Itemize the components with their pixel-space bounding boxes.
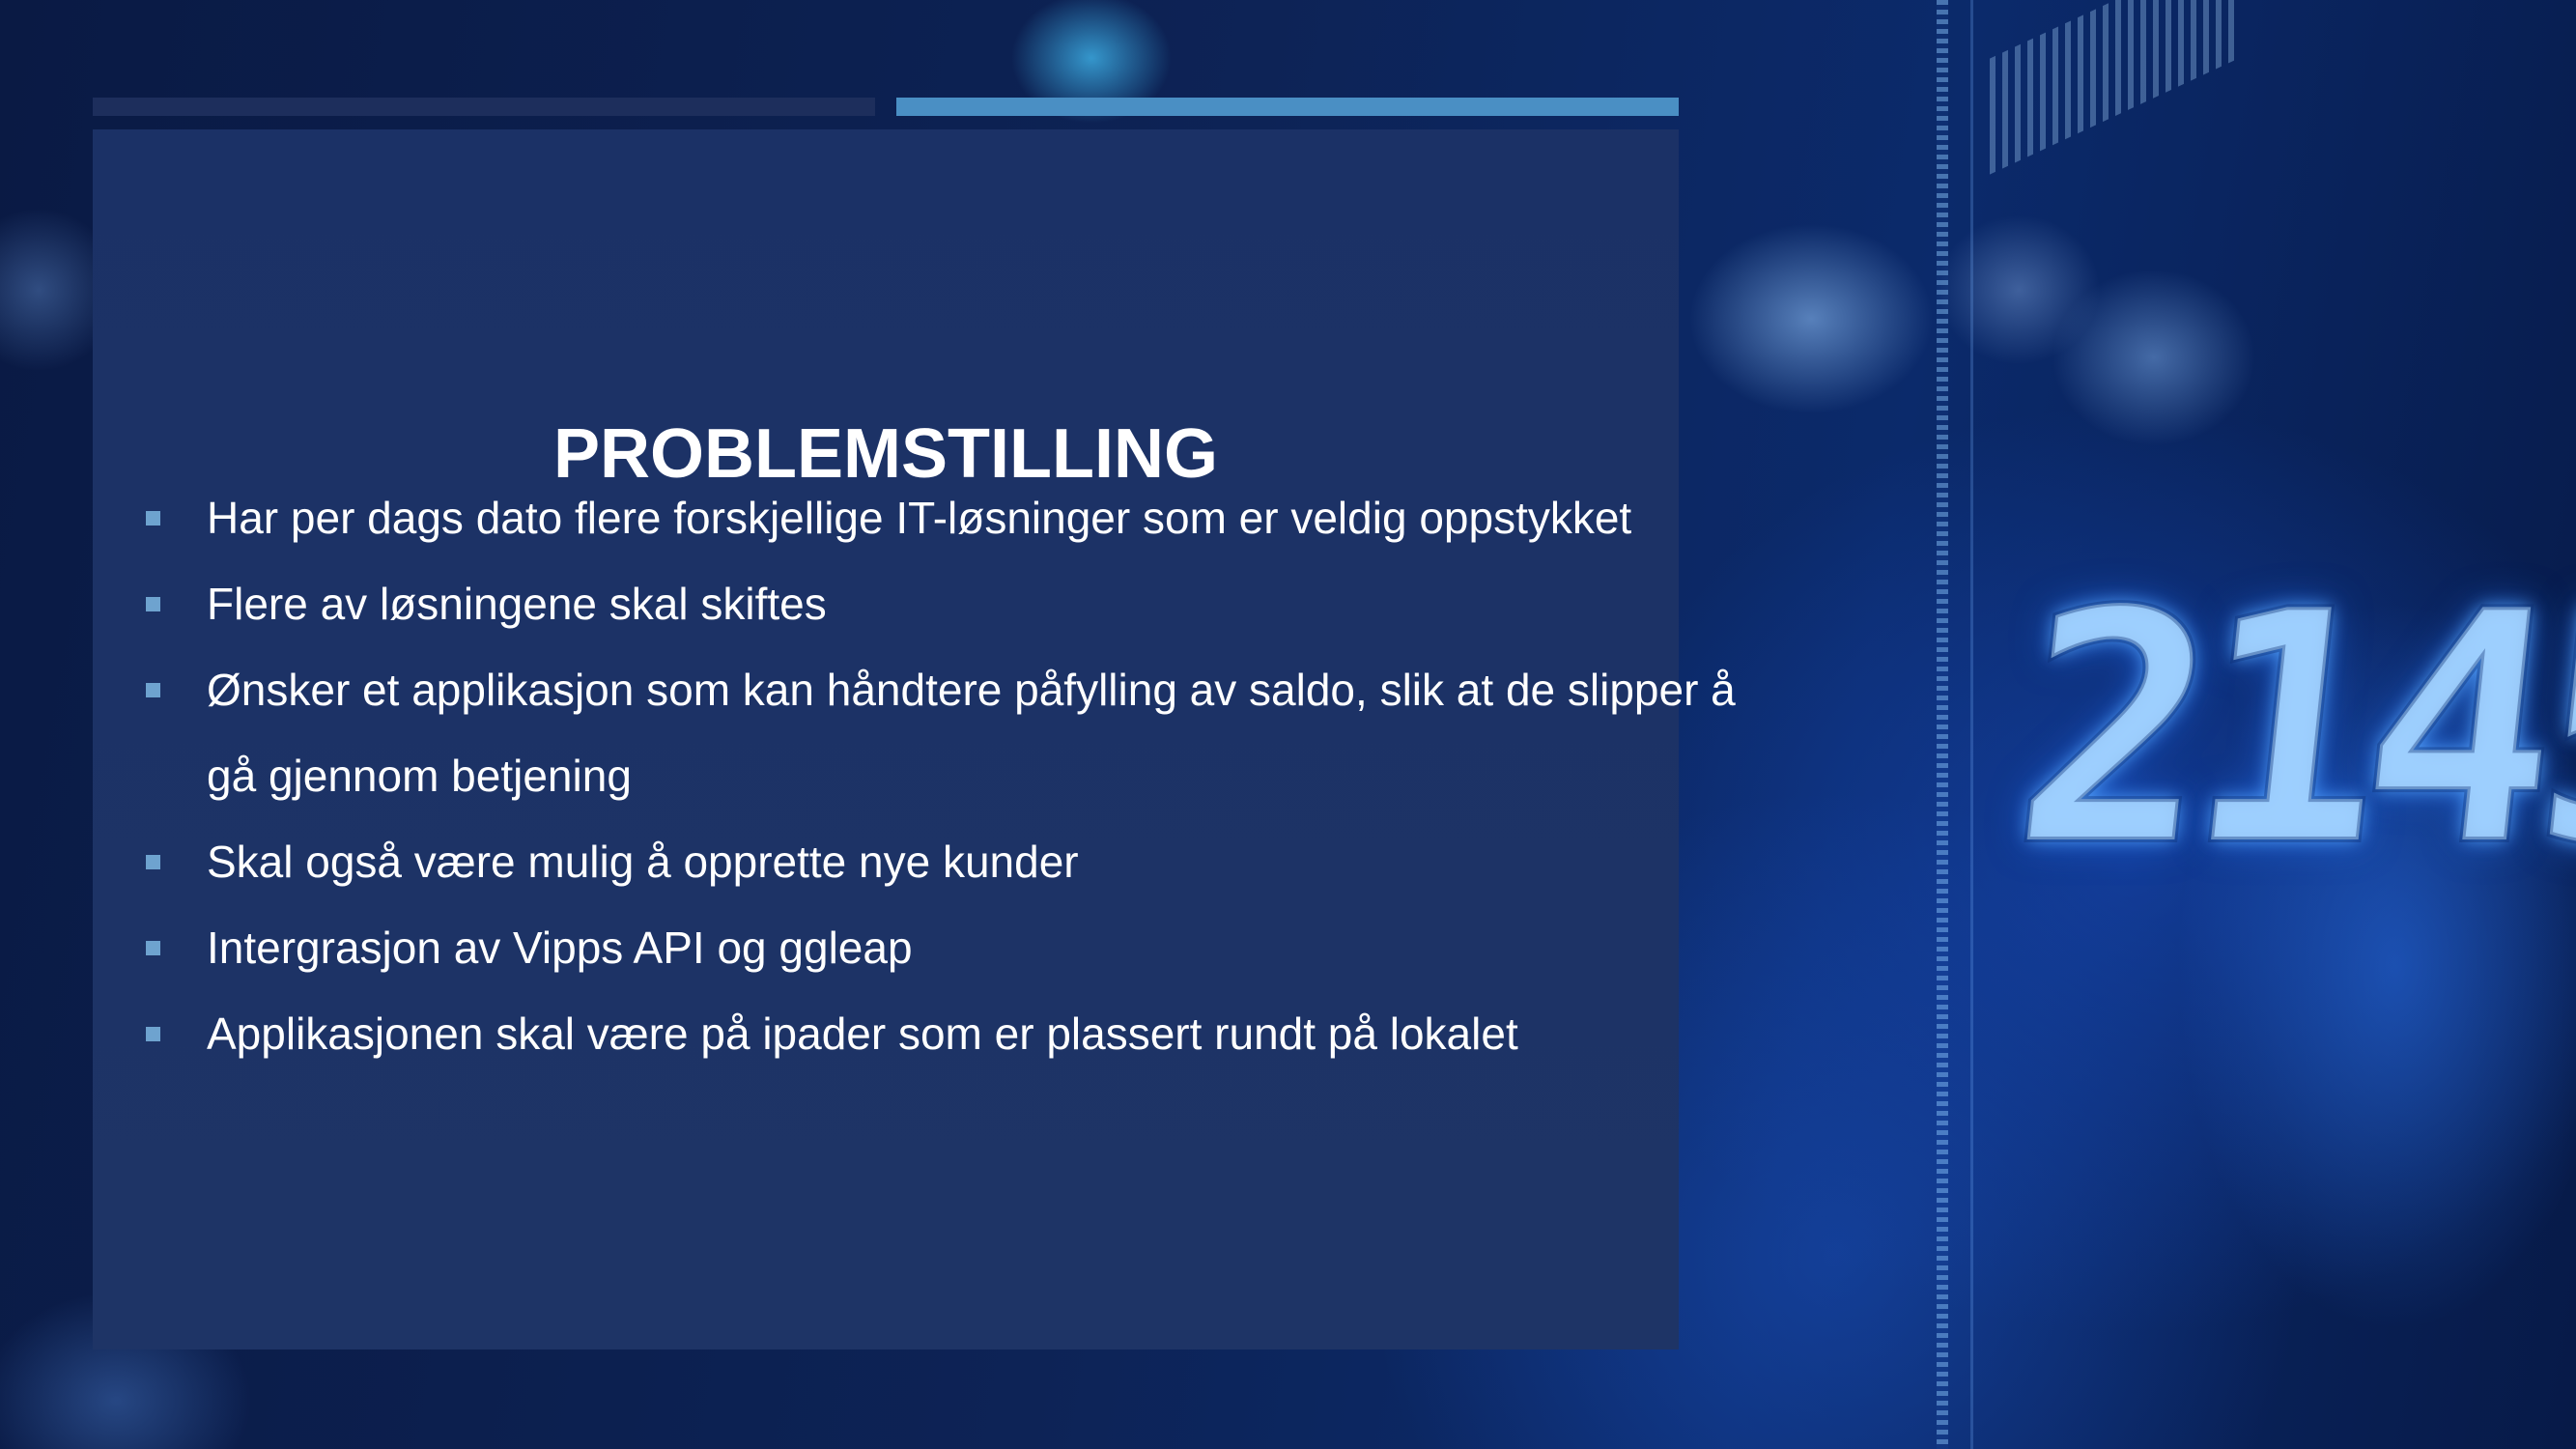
bullet-text: Flere av løsningene skal skiftes bbox=[207, 579, 827, 629]
square-bullet-icon bbox=[146, 597, 160, 611]
bullet-item: Applikasjonen skal være på ipader som er… bbox=[93, 991, 1754, 1077]
bullet-item: Har per dags dato flere forskjellige IT-… bbox=[93, 475, 1754, 561]
bullet-list: Har per dags dato flere forskjellige IT-… bbox=[93, 475, 1754, 1077]
accent-bar-dark bbox=[93, 98, 875, 116]
bullet-text: Ønsker et applikasjon som kan håndtere p… bbox=[207, 665, 1736, 801]
bullet-text: Intergrasjon av Vipps API og ggleap bbox=[207, 923, 913, 973]
bullet-item: Skal også være mulig å opprette nye kund… bbox=[93, 819, 1754, 905]
square-bullet-icon bbox=[146, 941, 160, 955]
slide: 2145 PROBLEMSTILLING Har per dags dato f… bbox=[0, 0, 2576, 1449]
bullet-text: Applikasjonen skal være på ipader som er… bbox=[207, 1009, 1518, 1059]
bullet-item: Intergrasjon av Vipps API og ggleap bbox=[93, 905, 1754, 991]
square-bullet-icon bbox=[146, 855, 160, 869]
bullet-item: Ønsker et applikasjon som kan håndtere p… bbox=[93, 647, 1754, 819]
bullet-text: Har per dags dato flere forskjellige IT-… bbox=[207, 493, 1632, 543]
square-bullet-icon bbox=[146, 683, 160, 697]
bullet-item: Flere av løsningene skal skiftes bbox=[93, 561, 1754, 647]
square-bullet-icon bbox=[146, 1027, 160, 1041]
bullet-text: Skal også være mulig å opprette nye kund… bbox=[207, 837, 1079, 887]
accent-bar-light bbox=[896, 98, 1679, 116]
background-led-rail bbox=[1937, 0, 1948, 1449]
background-led-dots bbox=[1990, 0, 2241, 175]
square-bullet-icon bbox=[146, 511, 160, 526]
background-led-digits: 2145 bbox=[1998, 541, 2576, 918]
background-led-line bbox=[1970, 0, 1973, 1449]
